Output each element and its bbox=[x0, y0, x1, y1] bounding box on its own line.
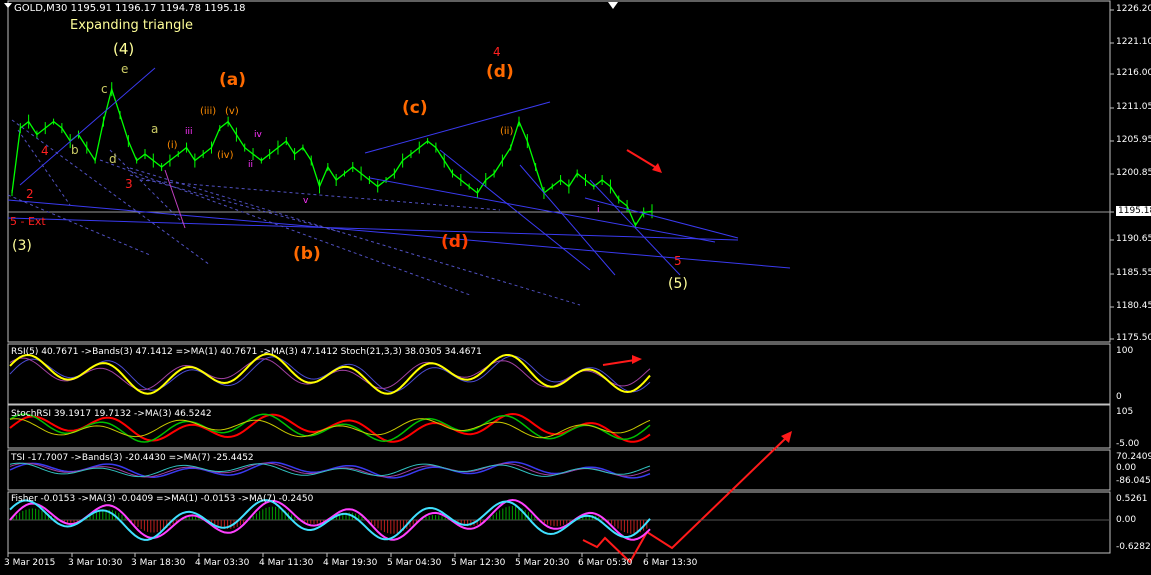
magenta-line bbox=[164, 169, 186, 229]
chart-subtitle: Expanding triangle bbox=[70, 18, 193, 33]
wave-label: 4 bbox=[41, 144, 49, 158]
price-tick-label: 1200.85 bbox=[1116, 168, 1151, 178]
panel-frame-0 bbox=[7, 0, 1111, 343]
time-tick-label: 6 Mar 05:30 bbox=[578, 558, 633, 568]
wave-label: 4 bbox=[493, 45, 501, 59]
wave-label: 3 bbox=[125, 177, 133, 191]
wave-label: (v) bbox=[225, 106, 239, 117]
rsi-arrow-head bbox=[632, 355, 642, 364]
wave-label: b bbox=[71, 143, 79, 157]
dashed-trend-line bbox=[129, 167, 581, 306]
symbol-title: GOLD,M30 1195.91 1196.17 1194.78 1195.18 bbox=[14, 3, 246, 14]
time-tick-label: 5 Mar 04:30 bbox=[387, 558, 442, 568]
trend-line bbox=[364, 101, 551, 154]
dashed-trend-line bbox=[129, 174, 341, 233]
wave-label: iv bbox=[254, 130, 262, 140]
price-tick-label: 1205.95 bbox=[1116, 135, 1151, 145]
wave-label: ii bbox=[248, 160, 254, 170]
time-tick-label: 5 Mar 12:30 bbox=[451, 558, 506, 568]
chart-canvas bbox=[7, 0, 1114, 564]
wave-label: 2 bbox=[26, 187, 34, 201]
rsi-line bbox=[9, 353, 651, 395]
time-tick-label: 3 Mar 10:30 bbox=[68, 558, 123, 568]
wave-label: iii bbox=[185, 127, 193, 137]
wave-label: (d) bbox=[441, 232, 469, 252]
dashed-trend-line bbox=[109, 149, 186, 226]
projection-arrow bbox=[582, 436, 788, 564]
price-tick-label: 1175.50 bbox=[1116, 333, 1151, 343]
fisher-panel-label: Fisher -0.0153 ->MA(3) -0.0409 =>MA(1) -… bbox=[11, 494, 314, 504]
price-line bbox=[11, 86, 653, 227]
time-tick-label: 6 Mar 13:30 bbox=[643, 558, 698, 568]
dashed-trend-line bbox=[11, 119, 211, 266]
time-tick-label: 5 Mar 20:30 bbox=[515, 558, 570, 568]
wave-label: i bbox=[597, 205, 600, 215]
wave-label: (c) bbox=[402, 98, 428, 118]
time-tick-label: 3 Mar 2015 bbox=[4, 558, 56, 568]
chart-scroll-icon[interactable] bbox=[608, 2, 618, 9]
wave-label: (3) bbox=[12, 238, 32, 254]
fisher-axis-min: -0.6282 bbox=[1116, 542, 1151, 552]
wave-label: a bbox=[151, 122, 159, 136]
tsi-panel-label: TSI -17.7007 ->Bands(3) -20.4430 =>MA(7)… bbox=[11, 453, 254, 463]
wave-label: 5 - Ext bbox=[10, 215, 46, 228]
time-tick-label: 4 Mar 19:30 bbox=[323, 558, 378, 568]
dashed-trend-line bbox=[99, 159, 471, 296]
wave-label: (i) bbox=[167, 140, 178, 151]
price-tick-label: 1211.05 bbox=[1116, 102, 1151, 112]
stochrsi-axis-max: 105 bbox=[1116, 407, 1134, 417]
stochrsi-axis-min: -5.00 bbox=[1116, 439, 1140, 449]
stochrsi-panel-label: StochRSI 39.1917 19.7132 ->MA(3) 46.5242 bbox=[11, 409, 212, 419]
price-tick-label: 1180.45 bbox=[1116, 301, 1151, 311]
price-tick-label: 1185.55 bbox=[1116, 268, 1151, 278]
wave-label: (ii) bbox=[500, 126, 514, 137]
price-tick-label: 1216.00 bbox=[1116, 68, 1151, 78]
fisher-axis-zero: 0.00 bbox=[1116, 515, 1137, 525]
wave-label: d bbox=[109, 152, 117, 166]
rsi-arrow bbox=[602, 359, 636, 366]
time-tick-label: 4 Mar 03:30 bbox=[195, 558, 250, 568]
rsi-axis-min: 0 bbox=[1116, 392, 1122, 402]
trend-line bbox=[19, 67, 156, 186]
wave-label: c bbox=[101, 82, 108, 96]
wave-label: (5) bbox=[668, 276, 688, 292]
fisher-axis-max: 0.5261 bbox=[1116, 494, 1148, 504]
price-tick-label: 1226.20 bbox=[1116, 4, 1151, 14]
wave-label: (iv) bbox=[217, 150, 234, 161]
downward-arrow-head bbox=[652, 163, 662, 173]
time-tick-label: 4 Mar 11:30 bbox=[259, 558, 314, 568]
wave-label: v bbox=[303, 196, 309, 206]
wave-label: (iii) bbox=[200, 106, 217, 117]
price-tick-label: 1221.10 bbox=[1116, 37, 1151, 47]
rsi-panel-label: RSI(5) 40.7671 ->Bands(3) 47.1412 =>MA(1… bbox=[11, 347, 482, 357]
trend-line bbox=[589, 179, 681, 276]
wave-label: (d) bbox=[486, 62, 514, 82]
price-tick-label: 1195.18 bbox=[1116, 206, 1151, 216]
wave-label: e bbox=[121, 62, 129, 76]
tsi-axis-max: 70.2409 bbox=[1116, 452, 1151, 462]
wave-label: 5 bbox=[674, 254, 682, 268]
price-tick-label: 1190.65 bbox=[1116, 234, 1151, 244]
chart-menu-icon[interactable] bbox=[4, 3, 12, 8]
tsi-axis-zero: 0.00 bbox=[1116, 463, 1137, 473]
rsi-axis-max: 100 bbox=[1116, 346, 1134, 356]
trend-line bbox=[439, 149, 591, 271]
time-tick-label: 3 Mar 18:30 bbox=[131, 558, 186, 568]
wave-label: (a) bbox=[219, 70, 247, 90]
wave-label: (4) bbox=[113, 40, 135, 58]
wave-label: (b) bbox=[293, 244, 321, 264]
tsi-axis-min: -86.0452 bbox=[1116, 476, 1151, 486]
